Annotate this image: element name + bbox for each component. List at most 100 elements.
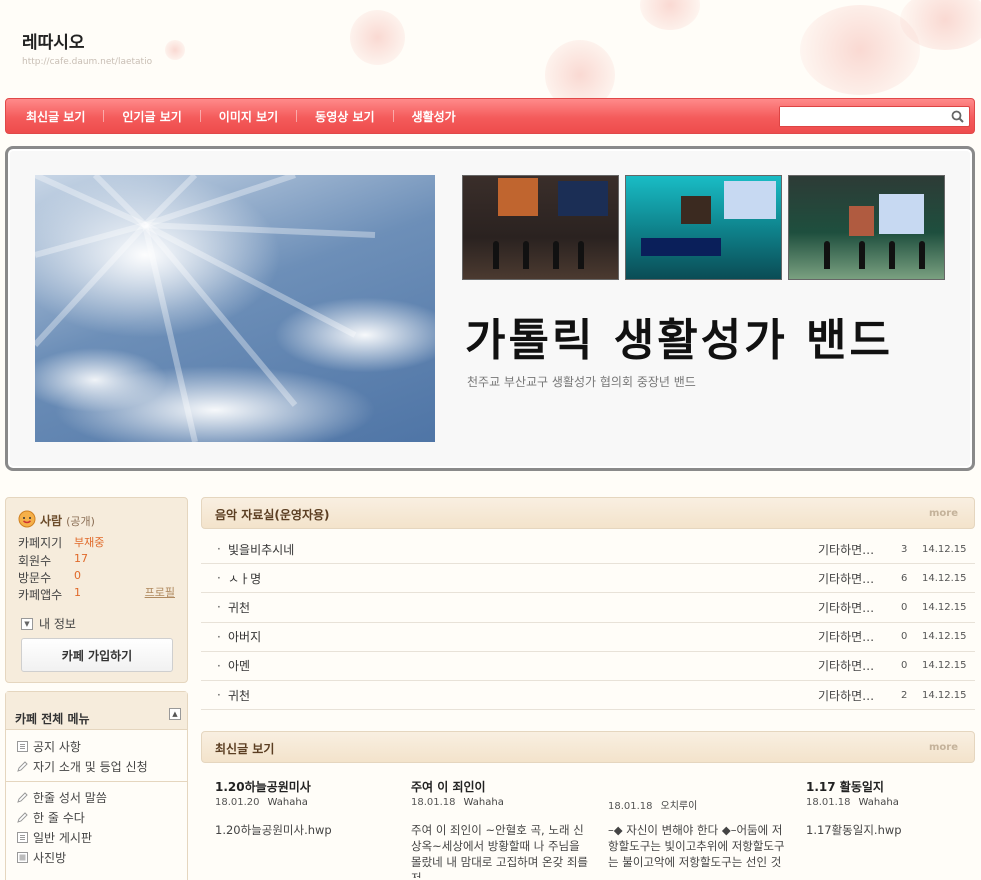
bullet: · — [217, 600, 221, 615]
menu-item-general-board[interactable]: 일반 게시판 — [17, 829, 92, 846]
photo-icon — [17, 852, 28, 863]
post-date: 18.01.18 — [411, 797, 456, 808]
menu-item-label: 한 줄 수다 — [33, 811, 85, 825]
post-title[interactable]: 빛을비추시네 — [228, 541, 294, 558]
more-link[interactable]: more — [929, 508, 958, 519]
menu-item-intro[interactable]: 자기 소개 및 등업 신청 — [17, 758, 148, 775]
comment-count: 3 — [901, 543, 908, 555]
post-title[interactable]: 귀천 — [228, 687, 250, 704]
board-icon — [17, 741, 28, 752]
music-panel-title[interactable]: 음악 자료실(운영자용) — [215, 506, 330, 523]
recent-panel-title[interactable]: 최신글 보기 — [215, 740, 274, 757]
list-item: · 아버지 기타하면… 0 14.12.15 — [201, 623, 975, 652]
menu-item-label: 사진방 — [33, 851, 67, 865]
comment-count: 6 — [901, 572, 908, 584]
profile-visibility: (공개) — [66, 514, 95, 528]
post-author[interactable]: 기타하면… — [818, 599, 874, 616]
post-date: 14.12.15 — [922, 689, 967, 701]
sky-image — [35, 175, 435, 442]
post-title[interactable]: 귀천 — [228, 599, 250, 616]
pencil-icon — [17, 812, 28, 823]
recent-post-card[interactable]: 주여 이 죄인이 18.01.18 Wahaha 주여 이 죄인이 ~안혈호 곡,… — [411, 778, 591, 878]
bullet: · — [217, 688, 221, 703]
band-photo — [462, 175, 619, 280]
pencil-icon — [17, 761, 28, 772]
recent-post-card[interactable]: 1.20하늘공원미사 18.01.20 Wahaha 1.20하늘공원미사.hwp — [215, 778, 395, 838]
post-meta: 18.01.18 Wahaha — [806, 797, 981, 810]
bullet: · — [217, 571, 221, 586]
collapse-icon[interactable]: ▲ — [169, 708, 181, 720]
cafe-profile-box: 사람 (공개) 카페지기 부재중 회원수 17 방문수 0 카페앱수 1 프로필… — [5, 497, 188, 683]
post-date: 18.01.18 — [806, 797, 851, 808]
post-date: 14.12.15 — [922, 601, 967, 613]
stat-value: 17 — [74, 552, 88, 565]
post-title[interactable]: 아멘 — [228, 657, 250, 674]
post-author[interactable]: Wahaha — [464, 797, 504, 808]
post-date: 14.12.15 — [922, 660, 967, 672]
cafe-url[interactable]: http://cafe.daum.net/laetatio — [22, 57, 152, 67]
comment-count: 0 — [901, 631, 908, 643]
menu-divider — [6, 781, 187, 782]
post-author[interactable]: Wahaha — [268, 797, 308, 808]
post-title[interactable] — [608, 778, 788, 793]
my-info-toggle[interactable]: ▼ 내 정보 — [21, 615, 76, 632]
post-meta: 18.01.18 Wahaha — [411, 797, 591, 810]
banner-subtitle: 천주교 부산교구 생활성가 협의회 중장년 밴드 — [467, 375, 696, 389]
cafe-menu: 카페 전체 메뉴 ▲ 공지 사항 자기 소개 및 등업 신청 한줄 성서 말씀 … — [5, 691, 188, 880]
post-title[interactable]: 1.20하늘공원미사 — [215, 778, 395, 794]
band-photo — [625, 175, 782, 280]
nav-recent-posts[interactable]: 최신글 보기 — [6, 108, 103, 125]
post-author[interactable]: 기타하면… — [818, 657, 874, 674]
menu-item-chat[interactable]: 한 줄 수다 — [17, 809, 85, 826]
post-excerpt[interactable]: 1.20하늘공원미사.hwp — [215, 822, 395, 838]
banner-title: 가톨릭 생활성가 밴드 — [465, 315, 893, 366]
nav-images[interactable]: 이미지 보기 — [201, 108, 296, 125]
smiley-icon — [18, 510, 36, 531]
my-info-label: 내 정보 — [39, 617, 76, 631]
join-cafe-button[interactable]: 카페 가입하기 — [21, 638, 173, 672]
post-title[interactable]: ㅅㅏ명 — [228, 570, 261, 587]
cafe-banner: 가톨릭 생활성가 밴드 천주교 부산교구 생활성가 협의회 중장년 밴드 — [5, 146, 975, 471]
post-author[interactable]: 기타하면… — [818, 687, 874, 704]
menu-header: 카페 전체 메뉴 ▲ — [6, 692, 187, 730]
bullet: · — [217, 658, 221, 673]
profile-link[interactable]: 프로필 — [145, 584, 175, 600]
nav-videos[interactable]: 동영상 보기 — [297, 108, 392, 125]
post-author[interactable]: 오치루이 — [661, 801, 698, 812]
menu-item-photos[interactable]: 사진방 — [17, 849, 66, 866]
post-title[interactable]: 아버지 — [228, 628, 261, 645]
pencil-icon — [17, 792, 28, 803]
recent-post-card[interactable]: 1.17 활동일지 18.01.18 Wahaha 1.17활동일지.hwp — [806, 778, 981, 838]
post-excerpt[interactable]: 1.17활동일지.hwp — [806, 822, 981, 838]
search-icon[interactable] — [948, 107, 966, 126]
menu-item-notice[interactable]: 공지 사항 — [17, 738, 81, 755]
post-author[interactable]: 기타하면… — [818, 541, 874, 558]
post-date: 18.01.20 — [215, 797, 260, 808]
post-date: 14.12.15 — [922, 572, 967, 584]
post-meta: 18.01.20 Wahaha — [215, 797, 395, 810]
nav-popular-posts[interactable]: 인기글 보기 — [104, 108, 199, 125]
search-input[interactable] — [780, 107, 948, 126]
stat-label: 방문수 — [18, 571, 52, 585]
bullet: · — [217, 629, 221, 644]
post-title[interactable]: 주여 이 죄인이 — [411, 778, 591, 794]
music-list: · 빛을비추시네 기타하면… 3 14.12.15 · ㅅㅏ명 기타하면… 6 … — [201, 535, 975, 711]
more-link[interactable]: more — [929, 742, 958, 753]
list-item: · 빛을비추시네 기타하면… 3 14.12.15 — [201, 535, 975, 565]
post-title[interactable]: 1.17 활동일지 — [806, 778, 981, 794]
post-author[interactable]: Wahaha — [859, 797, 899, 808]
recent-panel-header: 최신글 보기 more — [201, 731, 975, 763]
music-panel-header: 음악 자료실(운영자용) more — [201, 497, 975, 529]
comment-count: 0 — [901, 601, 908, 613]
post-excerpt[interactable]: 주여 이 죄인이 ~안혈호 곡, 노래 신상옥~세상에서 방황할때 나 주님을 … — [411, 822, 591, 878]
menu-item-bible-verse[interactable]: 한줄 성서 말씀 — [17, 789, 107, 806]
post-author[interactable]: 기타하면… — [818, 570, 874, 587]
nav-life-hymns[interactable]: 생활성가 — [394, 108, 474, 125]
recent-post-card[interactable]: 18.01.18 오치루이 –◆ 자신이 변해야 한다 ◆–어둠에 저항할도구는 … — [608, 778, 788, 878]
stat-value: 부재중 — [74, 536, 105, 549]
profile-name: 사람 — [40, 514, 63, 528]
stat-label: 카페앱수 — [18, 588, 63, 602]
post-excerpt[interactable]: –◆ 자신이 변해야 한다 ◆–어둠에 저항할도구는 빛이고추위에 저항할도구는… — [608, 822, 788, 870]
post-author[interactable]: 기타하면… — [818, 628, 874, 645]
cafe-title[interactable]: 레따시오 — [22, 28, 85, 53]
